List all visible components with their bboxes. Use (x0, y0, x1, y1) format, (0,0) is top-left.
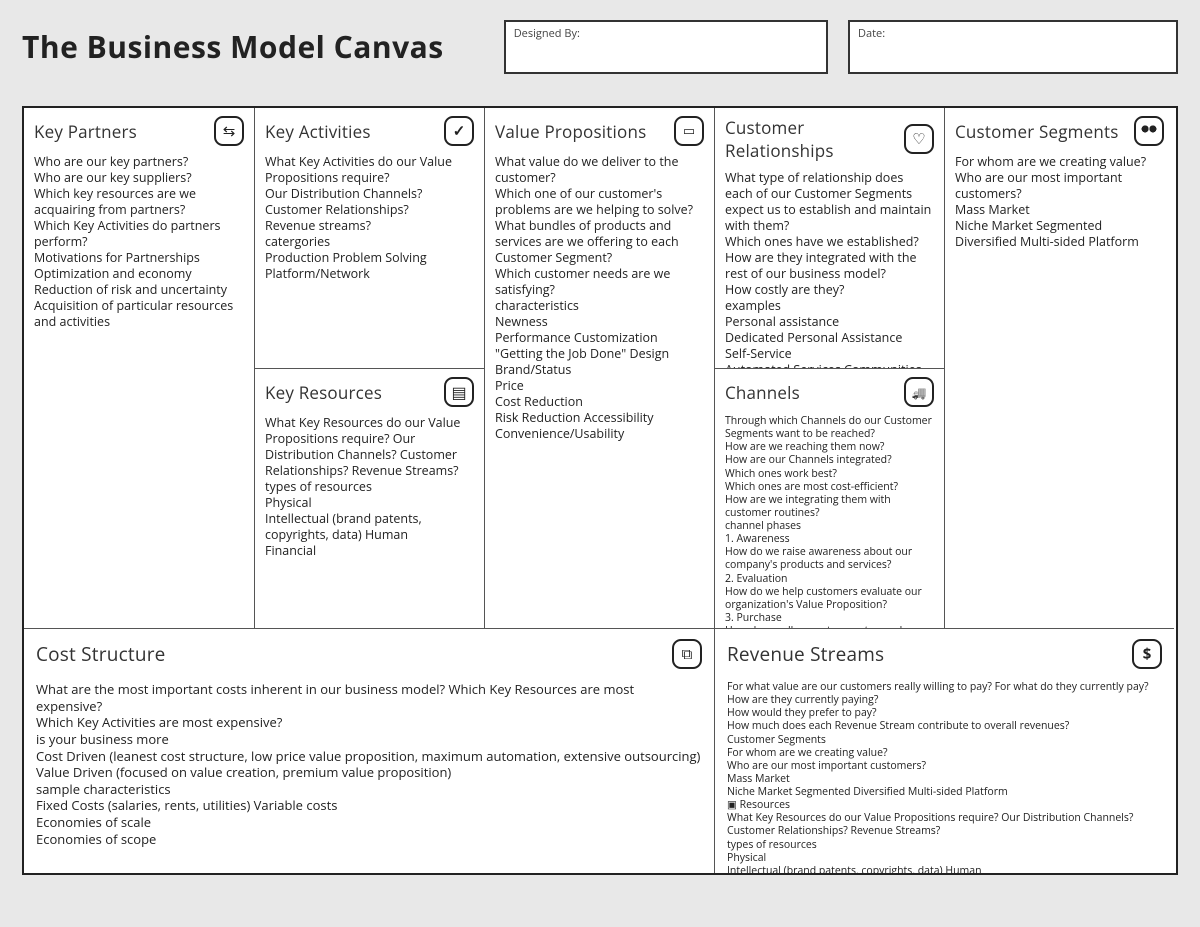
gift-icon (674, 116, 704, 146)
designed-by-label: Designed By: (514, 26, 580, 41)
section-body: For what value are our customers really … (715, 675, 1174, 873)
section-title: Key Partners (34, 120, 137, 143)
section-title: Key Activities (265, 120, 371, 143)
section-customer-relationships: Customer Relationships What type of rela… (714, 108, 944, 368)
section-body: Through which Channels do our Customer S… (715, 411, 944, 628)
section-revenue-streams: Revenue Streams For what value are our c… (714, 628, 1174, 873)
section-customer-segments: Customer Segments For whom are we creati… (944, 108, 1174, 628)
header: The Business Model Canvas Designed By: D… (22, 20, 1178, 74)
section-key-partners: Key Partners Who are our key partners?Wh… (24, 108, 254, 628)
section-title: Revenue Streams (727, 641, 884, 667)
page-title: The Business Model Canvas (22, 20, 444, 67)
date-field[interactable]: Date: (848, 20, 1178, 74)
section-body: Who are our key partners?Who are our key… (24, 150, 254, 628)
section-title: Channels (725, 381, 800, 404)
section-title: Cost Structure (36, 641, 166, 667)
people-icon (1134, 116, 1164, 146)
tag-icon (672, 639, 702, 669)
page: The Business Model Canvas Designed By: D… (0, 0, 1200, 875)
section-key-activities: Key Activities What Key Activities do ou… (254, 108, 484, 368)
section-cost-structure: Cost Structure What are the most importa… (24, 628, 714, 873)
section-body: What Key Resources do our Value Proposit… (255, 411, 484, 628)
section-title: Key Resources (265, 381, 382, 404)
canvas-grid: Key Partners Who are our key partners?Wh… (22, 106, 1178, 875)
section-body: What value do we deliver to the customer… (485, 150, 714, 628)
section-title: Customer Segments (955, 120, 1119, 143)
truck-icon (904, 377, 934, 407)
section-body: For whom are we creating value?Who are o… (945, 150, 1174, 628)
card-icon (444, 377, 474, 407)
designed-by-field[interactable]: Designed By: (504, 20, 828, 74)
heart-icon (904, 124, 934, 154)
section-value-propositions: Value Propositions What value do we deli… (484, 108, 714, 628)
section-title: Customer Relationships (725, 116, 904, 162)
section-channels: Channels Through which Channels do our C… (714, 368, 944, 628)
dollar-icon (1132, 639, 1162, 669)
section-body: What are the most important costs inhere… (24, 675, 714, 873)
section-body: What Key Activities do our Value Proposi… (255, 150, 484, 368)
date-label: Date: (858, 26, 885, 41)
link-icon (214, 116, 244, 146)
section-key-resources: Key Resources What Key Resources do our … (254, 368, 484, 628)
check-icon (444, 116, 474, 146)
section-title: Value Propositions (495, 120, 646, 143)
section-body: What type of relationship does each of o… (715, 166, 944, 368)
